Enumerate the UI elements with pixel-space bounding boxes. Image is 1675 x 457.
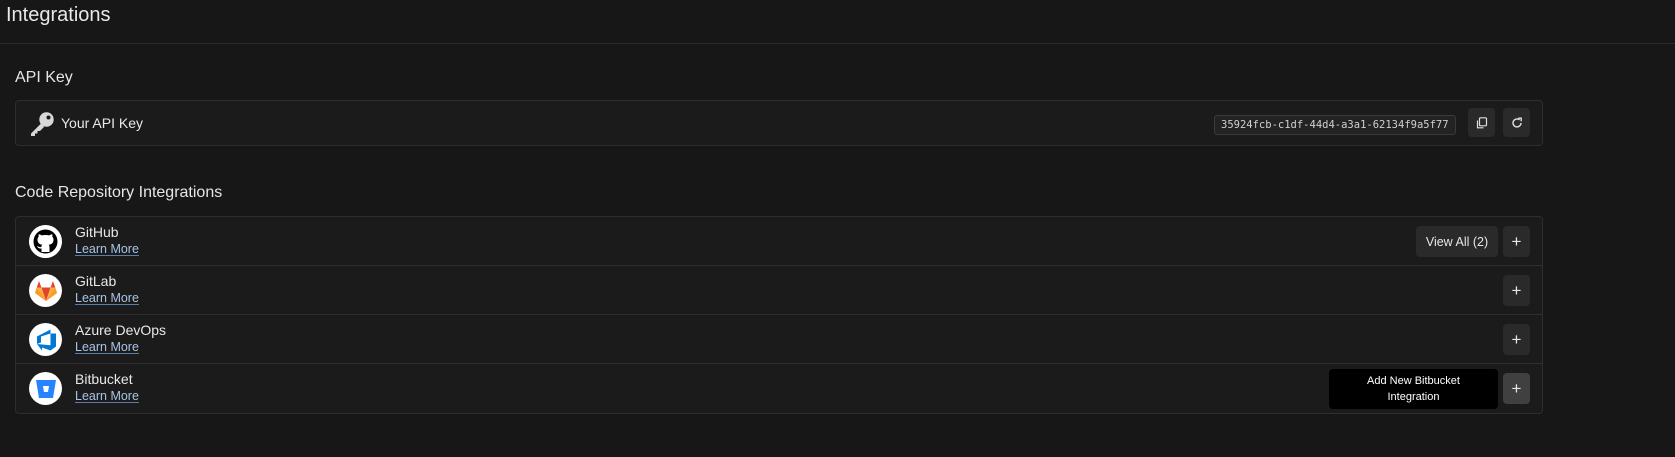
repo-integrations-title: Code Repository Integrations: [15, 184, 223, 201]
integration-name: GitLab: [75, 273, 117, 289]
key-icon: [31, 112, 54, 136]
add-bitbucket-tooltip: Add New Bitbucket Integration: [1329, 369, 1498, 409]
add-gitlab-button[interactable]: +: [1503, 275, 1530, 306]
api-key-card: Your API Key 35924fcb-c1df-44d4-a3a1-621…: [15, 100, 1543, 146]
add-bitbucket-button[interactable]: +: [1503, 373, 1530, 404]
copy-api-key-button[interactable]: [1468, 108, 1495, 137]
api-key-label: Your API Key: [61, 115, 143, 131]
view-all-github-button[interactable]: View All (2): [1416, 226, 1498, 257]
integration-name: GitHub: [75, 224, 119, 240]
azure-devops-icon: [29, 323, 62, 356]
api-key-section-title: API Key: [15, 69, 73, 86]
page-title: Integrations: [6, 4, 111, 26]
learn-more-link[interactable]: Learn More: [75, 241, 139, 257]
integration-row-gitlab: GitLab Learn More +: [16, 266, 1542, 315]
learn-more-link[interactable]: Learn More: [75, 290, 139, 306]
integration-name: Bitbucket: [75, 371, 133, 387]
learn-more-link[interactable]: Learn More: [75, 339, 139, 355]
repo-integrations-card: GitHub Learn More View All (2) + GitLab …: [15, 216, 1543, 414]
integration-row-azure-devops: Azure DevOps Learn More +: [16, 315, 1542, 364]
page-header: Integrations: [0, 0, 1675, 44]
github-icon: [29, 225, 62, 258]
add-azure-devops-button[interactable]: +: [1503, 324, 1530, 355]
api-key-value: 35924fcb-c1df-44d4-a3a1-62134f9a5f77: [1214, 115, 1456, 135]
integration-row-bitbucket: Bitbucket Learn More +: [16, 364, 1542, 413]
gitlab-icon: [29, 274, 62, 307]
integration-row-github: GitHub Learn More View All (2) +: [16, 217, 1542, 266]
bitbucket-icon: [29, 372, 62, 405]
add-github-button[interactable]: +: [1503, 226, 1530, 257]
refresh-api-key-button[interactable]: [1503, 108, 1530, 137]
integrations-page: Integrations API Key Your API Key 35924f…: [0, 0, 1675, 457]
refresh-icon: [1511, 117, 1522, 128]
integration-name: Azure DevOps: [75, 322, 167, 338]
learn-more-link[interactable]: Learn More: [75, 388, 139, 404]
copy-icon: [1476, 116, 1487, 128]
